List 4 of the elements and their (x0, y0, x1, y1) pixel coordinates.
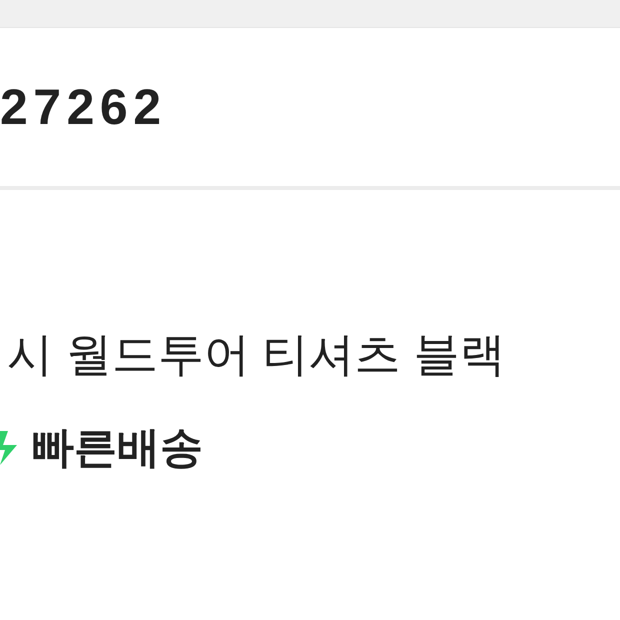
delivery-badge-label: 빠른배송 (31, 423, 203, 474)
product-title: 시 월드투어 티셔츠 블랙 (6, 327, 506, 382)
lightning-icon (0, 431, 17, 465)
order-number: 27262 (0, 82, 167, 132)
